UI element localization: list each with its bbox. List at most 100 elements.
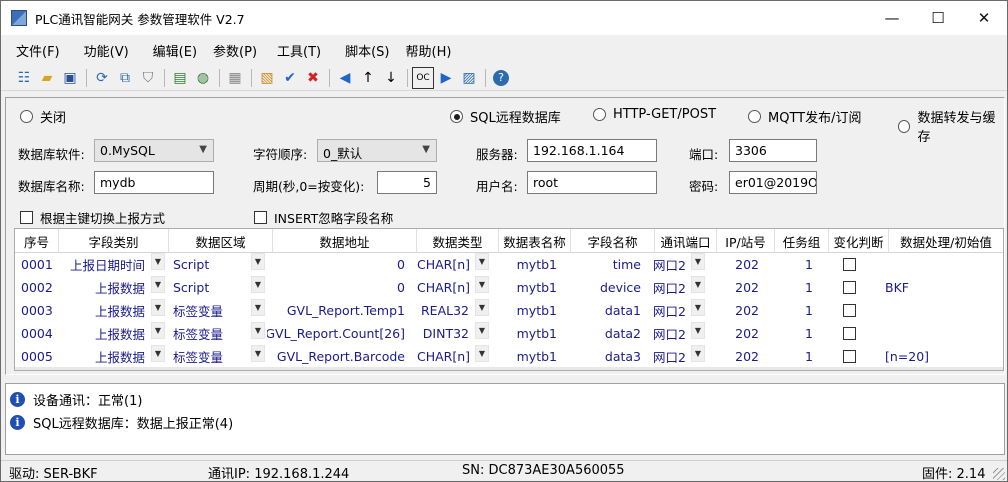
col-address[interactable]: 数据地址	[273, 229, 417, 253]
chevron-down-icon[interactable]: ▼	[475, 345, 489, 362]
col-no[interactable]: 序号	[15, 229, 59, 253]
arrow-left-icon[interactable]: ◀	[334, 67, 356, 89]
export-icon[interactable]: ▤	[169, 67, 191, 89]
menu-params[interactable]: 参数(P)	[201, 41, 257, 60]
save-icon[interactable]: ▣	[59, 67, 81, 89]
chevron-down-icon[interactable]: ▼	[251, 345, 265, 362]
change-checkbox[interactable]	[819, 276, 879, 299]
arrow-up-icon[interactable]: ↑	[357, 67, 379, 89]
cell-port: 网口2	[653, 327, 686, 342]
col-extra[interactable]: 数据处理/初始值	[889, 229, 1003, 253]
col-change[interactable]: 变化判断	[829, 229, 889, 253]
change-checkbox[interactable]	[819, 345, 879, 368]
change-checkbox[interactable]	[819, 253, 879, 276]
change-checkbox[interactable]	[819, 299, 879, 322]
close-button[interactable]: ✕	[961, 1, 1007, 35]
delete-icon[interactable]: ✖	[302, 67, 324, 89]
user-input[interactable]: root	[527, 171, 657, 194]
chevron-down-icon[interactable]: ▼	[691, 253, 705, 270]
radio-off[interactable]: 关闭	[20, 107, 66, 126]
chevron-down-icon[interactable]: ▼	[151, 322, 165, 339]
chevron-down-icon[interactable]: ▼	[151, 299, 165, 316]
db-name-input[interactable]: mydb	[94, 171, 214, 194]
col-table[interactable]: 数据表名称	[499, 229, 571, 253]
col-group[interactable]: 任务组	[775, 229, 829, 253]
cell-type: CHAR[n]	[417, 280, 471, 295]
radio-forward[interactable]: 数据转发与缓存	[898, 107, 1004, 145]
chevron-down-icon[interactable]: ▼	[251, 299, 265, 316]
app-window: PLC通讯智能网关 参数管理软件 V2.7 — ☐ ✕ 文件(F) 功能(V) …	[0, 0, 1008, 482]
refresh-icon[interactable]: ⟳	[91, 67, 113, 89]
insert-ignore-checkbox[interactable]: INSERT忽略字段名称	[254, 208, 393, 227]
cell-area: Script	[173, 257, 210, 272]
char-order-select[interactable]: 0_默认 ▼	[317, 139, 437, 162]
table-row[interactable]: 0001 上报日期时间 ▼ Script ▼ 0 CHAR[n] ▼ mytb1 ti…	[15, 253, 993, 276]
chevron-down-icon[interactable]: ▼	[475, 322, 489, 339]
chevron-down-icon[interactable]: ▼	[691, 345, 705, 362]
radio-mqtt[interactable]: MQTT发布/订阅	[748, 107, 861, 126]
grid-icon[interactable]: ▦	[224, 67, 246, 89]
maximize-button[interactable]: ☐	[915, 1, 961, 35]
period-input[interactable]: 5	[377, 171, 437, 194]
chevron-down-icon[interactable]: ▼	[151, 276, 165, 293]
cell-extra	[879, 299, 993, 322]
col-area[interactable]: 数据区域	[169, 229, 273, 253]
horizontal-scrollbar[interactable]	[15, 367, 1003, 370]
table-row[interactable]: 0005 上报数据 ▼ 标签变量 ▼ GVL_Report.Barcode CHAR…	[15, 345, 993, 368]
table-row[interactable]: 0004 上报数据 ▼ 标签变量 ▼ GVL_Report.Count[26] DI…	[15, 322, 993, 345]
chevron-down-icon[interactable]: ▼	[475, 253, 489, 270]
menu-tools[interactable]: 工具(T)	[261, 41, 321, 60]
menu-file[interactable]: 文件(F)	[1, 41, 60, 60]
globe-icon[interactable]: ◍	[192, 67, 214, 89]
port-input[interactable]: 3306	[729, 139, 817, 162]
change-checkbox[interactable]	[819, 322, 879, 345]
cell-address: GVL_Report.Barcode	[276, 349, 405, 364]
chevron-down-icon[interactable]: ▼	[475, 299, 489, 316]
switch-report-checkbox[interactable]: 根据主键切换上报方式	[20, 208, 165, 227]
col-port[interactable]: 通讯端口	[655, 229, 717, 253]
password-input[interactable]: er01@2019OK	[729, 171, 817, 194]
chevron-down-icon[interactable]: ▼	[151, 345, 165, 362]
image-icon[interactable]: ▨	[458, 67, 480, 89]
network-icon[interactable]: ⧉	[114, 67, 136, 89]
chevron-down-icon[interactable]: ▼	[475, 276, 489, 293]
chevron-down-icon[interactable]: ▼	[151, 253, 165, 270]
col-category[interactable]: 字段类别	[59, 229, 169, 253]
check-icon[interactable]: ✔	[279, 67, 301, 89]
cell-address: 0	[397, 257, 405, 272]
server-input[interactable]: 192.168.1.164	[527, 139, 657, 162]
tree-icon[interactable]: ☷	[13, 67, 35, 89]
help-icon[interactable]: ?	[493, 69, 509, 86]
chevron-down-icon[interactable]: ▼	[691, 276, 705, 293]
radio-sql[interactable]: SQL远程数据库	[450, 107, 561, 126]
cell-group: 1	[805, 303, 813, 318]
table-row[interactable]: 0002 上报数据 ▼ Script ▼ 0 CHAR[n] ▼ mytb1 devi…	[15, 276, 993, 299]
password-label: 密码:	[689, 179, 719, 194]
chevron-down-icon[interactable]: ▼	[691, 322, 705, 339]
arrow-down-icon[interactable]: ↓	[380, 67, 402, 89]
resize-grip-icon[interactable]	[993, 468, 1005, 480]
paste-icon[interactable]: ▧	[256, 67, 278, 89]
db-software-select[interactable]: 0.MySQL ▼	[94, 139, 214, 162]
info-icon: i	[10, 415, 25, 430]
menu-help[interactable]: 帮助(H)	[394, 41, 452, 60]
col-field[interactable]: 字段名称	[571, 229, 655, 253]
menu-script[interactable]: 脚本(S)	[325, 41, 389, 60]
table-row[interactable]: 0003 上报数据 ▼ 标签变量 ▼ GVL_Report.Temp1 REAL32…	[15, 299, 993, 322]
menu-function[interactable]: 功能(V)	[64, 41, 129, 60]
chevron-down-icon[interactable]: ▼	[251, 253, 265, 270]
chevron-down-icon[interactable]: ▼	[251, 276, 265, 293]
col-ip[interactable]: IP/站号	[717, 229, 775, 253]
chevron-down-icon[interactable]: ▼	[691, 299, 705, 316]
play-icon[interactable]: ▶	[435, 67, 457, 89]
radio-http[interactable]: HTTP-GET/POST	[593, 107, 716, 122]
open-folder-icon[interactable]: ▰	[36, 67, 58, 89]
app-icon	[11, 10, 27, 26]
menu-edit[interactable]: 编辑(E)	[133, 41, 197, 60]
col-type[interactable]: 数据类型	[417, 229, 499, 253]
chevron-down-icon[interactable]: ▼	[251, 322, 265, 339]
filter-icon[interactable]: ⛉	[137, 67, 159, 89]
db-name-label: 数据库名称:	[18, 179, 85, 194]
minimize-button[interactable]: —	[869, 1, 915, 35]
terminal-icon[interactable]: OC	[412, 66, 434, 89]
